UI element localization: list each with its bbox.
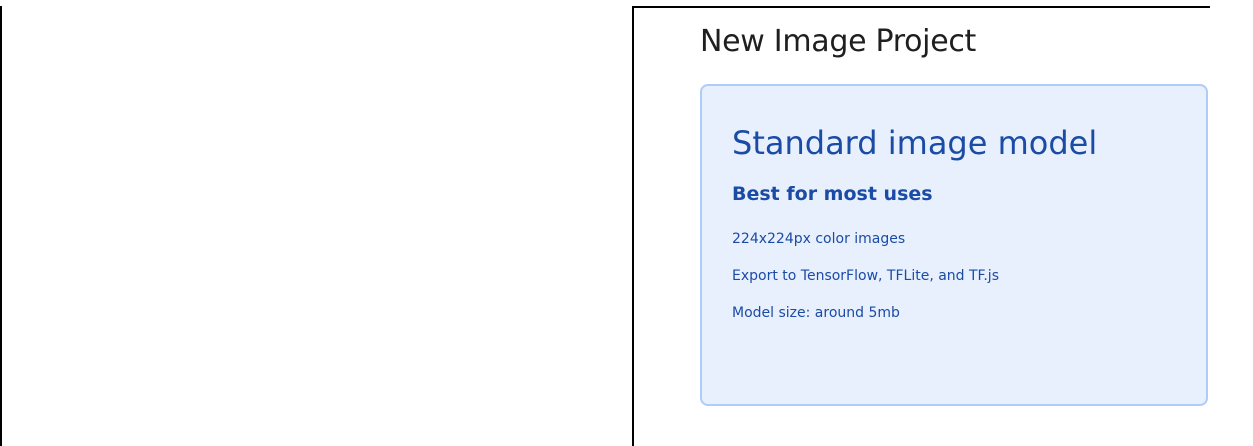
export-formats-detail: Export to TensorFlow, TFLite, and TF.js (732, 268, 999, 284)
card-title: Standard image model (732, 124, 1098, 162)
standard-image-model-card[interactable]: Standard image model Best for most uses … (700, 84, 1208, 406)
page-title: New Image Project (700, 24, 977, 59)
image-size-detail: 224x224px color images (732, 231, 906, 247)
screenshot-frame: New Image Project Standard image model B… (0, 0, 1253, 446)
new-project-panel: New Image Project Standard image model B… (636, 8, 1253, 446)
model-size-detail: Model size: around 5mb (732, 305, 900, 321)
card-subtitle: Best for most uses (732, 183, 933, 205)
left-panel (0, 6, 634, 446)
